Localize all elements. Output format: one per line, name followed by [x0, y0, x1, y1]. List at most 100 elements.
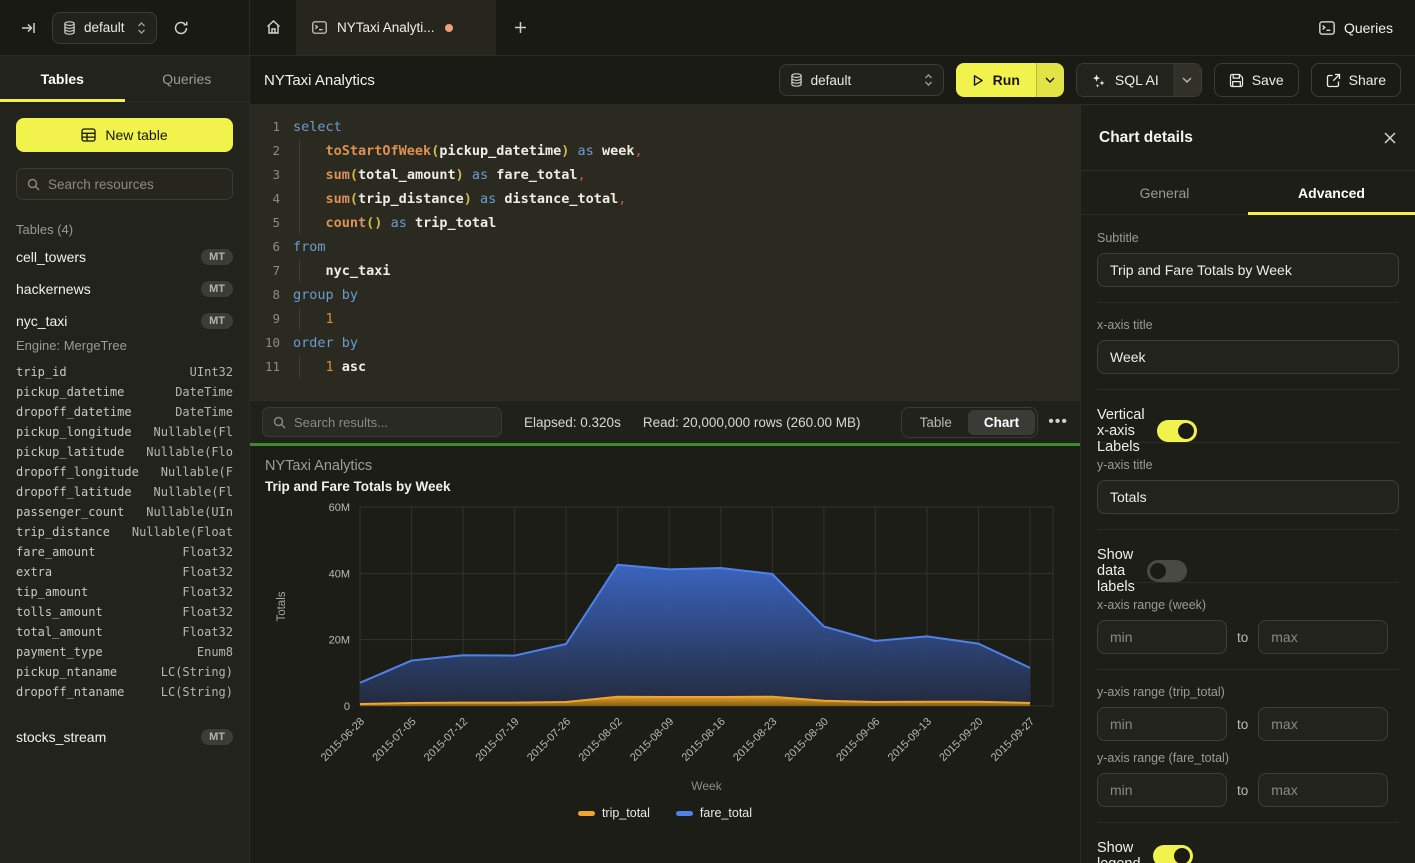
editor-line[interactable]: 8group by	[250, 283, 1080, 307]
save-icon	[1229, 73, 1244, 88]
toggle-show-data-labels[interactable]	[1147, 560, 1187, 582]
save-label: Save	[1252, 72, 1284, 88]
chart-panel: NYTaxi Analytics Trip and Fare Totals by…	[250, 446, 1080, 863]
range-max-input[interactable]	[1258, 620, 1388, 654]
home-button[interactable]	[250, 0, 296, 55]
chevron-updown-icon	[137, 21, 146, 35]
column-type: Float32	[182, 565, 233, 579]
terminal-icon	[312, 21, 327, 34]
collapse-sidebar-icon[interactable]	[14, 14, 42, 42]
range-max-input[interactable]	[1258, 707, 1388, 741]
svg-text:2015-06-28: 2015-06-28	[319, 716, 367, 764]
table-row[interactable]: stocks_streamMT	[0, 721, 249, 753]
line-code: toStartOfWeek(pickup_datetime) as week,	[280, 139, 643, 163]
query-database-select[interactable]: default	[779, 64, 944, 96]
sidebar-tabs: Tables Queries	[0, 56, 249, 102]
editor-line[interactable]: 5 count() as trip_total	[250, 211, 1080, 235]
svg-text:Totals: Totals	[276, 591, 288, 621]
editor-line[interactable]: 4 sum(trip_distance) as distance_total,	[250, 187, 1080, 211]
editor-line[interactable]: 2 toStartOfWeek(pickup_datetime) as week…	[250, 139, 1080, 163]
save-button[interactable]: Save	[1214, 63, 1299, 97]
column-row: dropoff_latitudeNullable(Fl	[16, 485, 233, 505]
view-toggle-table[interactable]: Table	[904, 410, 968, 435]
chart-details-panel: Chart details General Advanced Subtitlex…	[1080, 105, 1415, 863]
results-search[interactable]	[262, 407, 502, 437]
editor-line[interactable]: 3 sum(total_amount) as fare_total,	[250, 163, 1080, 187]
elapsed-stat: Elapsed: 0.320s	[524, 415, 621, 430]
legend-item-trip_total[interactable]: trip_total	[578, 806, 650, 820]
column-name: tolls_amount	[16, 605, 103, 619]
range-min-input[interactable]	[1097, 707, 1227, 741]
line-number: 7	[250, 259, 280, 283]
table-row[interactable]: nyc_taxiMT	[0, 305, 249, 337]
field-input-x-axis-title[interactable]	[1097, 340, 1399, 374]
column-row: trip_distanceNullable(Float	[16, 525, 233, 545]
editor-line[interactable]: 11 1 asc	[250, 355, 1080, 379]
database-select[interactable]: default	[52, 12, 157, 44]
legend-swatch	[676, 811, 693, 816]
sql-ai-caret[interactable]	[1173, 64, 1201, 96]
panel-tab-general[interactable]: General	[1081, 171, 1248, 214]
toggle-vertical-x-axis-labels[interactable]	[1157, 420, 1197, 442]
panel-tab-advanced[interactable]: Advanced	[1248, 171, 1415, 214]
line-number: 6	[250, 235, 280, 259]
svg-text:2015-07-19: 2015-07-19	[473, 716, 521, 764]
close-icon[interactable]	[1383, 131, 1397, 145]
column-row: tolls_amountFloat32	[16, 605, 233, 625]
editor-line[interactable]: 1select	[250, 115, 1080, 139]
line-code: nyc_taxi	[280, 259, 391, 283]
range-min-input[interactable]	[1097, 620, 1227, 654]
results-search-input[interactable]	[294, 415, 491, 430]
new-tab-button[interactable]	[496, 0, 544, 55]
column-type: Float32	[182, 625, 233, 639]
toggle-label: Show data labels	[1097, 547, 1135, 595]
search-icon	[273, 416, 286, 429]
sidebar-search[interactable]	[16, 168, 233, 200]
column-row: pickup_longitudeNullable(Fl	[16, 425, 233, 445]
topbar-right: Queries	[1319, 0, 1415, 55]
table-row[interactable]: hackernewsMT	[0, 273, 249, 305]
svg-text:60M: 60M	[329, 502, 350, 514]
panel-body: Subtitlex-axis titleVertical x-axis Labe…	[1081, 215, 1415, 863]
editor-line[interactable]: 10order by	[250, 331, 1080, 355]
column-name: fare_amount	[16, 545, 95, 559]
column-row: fare_amountFloat32	[16, 545, 233, 565]
editor-line[interactable]: 6from	[250, 235, 1080, 259]
column-row: passenger_countNullable(UIn	[16, 505, 233, 525]
range-min-input[interactable]	[1097, 773, 1227, 807]
column-type: Nullable(Fl	[154, 485, 233, 499]
column-type: DateTime	[175, 385, 233, 399]
new-table-button[interactable]: New table	[16, 118, 233, 152]
sidebar: Tables Queries New table Tables (4) cell…	[0, 56, 250, 863]
field-input-subtitle[interactable]	[1097, 253, 1399, 287]
toggle-show-legend[interactable]	[1153, 845, 1193, 863]
table-row[interactable]: cell_towersMT	[0, 241, 249, 273]
column-type: DateTime	[175, 405, 233, 419]
run-button-group: Run	[956, 63, 1064, 97]
sql-ai-button[interactable]: SQL AI	[1077, 64, 1173, 96]
run-button[interactable]: Run	[956, 63, 1036, 97]
editor-line[interactable]: 9 1	[250, 307, 1080, 331]
svg-text:2015-09-27: 2015-09-27	[989, 716, 1037, 764]
range-max-input[interactable]	[1258, 773, 1388, 807]
line-code: order by	[280, 331, 358, 355]
queries-button[interactable]: Queries	[1319, 20, 1393, 36]
editor-line[interactable]: 7 nyc_taxi	[250, 259, 1080, 283]
more-options-icon[interactable]: •••	[1048, 413, 1068, 431]
share-icon	[1326, 73, 1341, 88]
tab-nytaxi-analytics[interactable]: NYTaxi Analyti...	[296, 0, 496, 55]
svg-text:2015-09-20: 2015-09-20	[937, 716, 985, 764]
view-toggle-chart[interactable]: Chart	[968, 410, 1035, 435]
refresh-icon[interactable]	[167, 14, 195, 42]
legend-item-fare_total[interactable]: fare_total	[676, 806, 752, 820]
area-chart[interactable]: 020M40M60MTotals2015-06-282015-07-052015…	[250, 446, 1080, 801]
sidebar-tab-tables[interactable]: Tables	[0, 56, 125, 101]
sidebar-tab-queries[interactable]: Queries	[125, 56, 250, 101]
field-input-y-axis-title[interactable]	[1097, 480, 1399, 514]
sidebar-search-input[interactable]	[48, 177, 222, 192]
share-button[interactable]: Share	[1311, 63, 1401, 97]
svg-text:2015-07-26: 2015-07-26	[525, 716, 573, 764]
sql-editor[interactable]: 1select2 toStartOfWeek(pickup_datetime) …	[250, 105, 1080, 400]
run-options-caret[interactable]	[1036, 63, 1064, 97]
section-divider	[1097, 822, 1399, 823]
